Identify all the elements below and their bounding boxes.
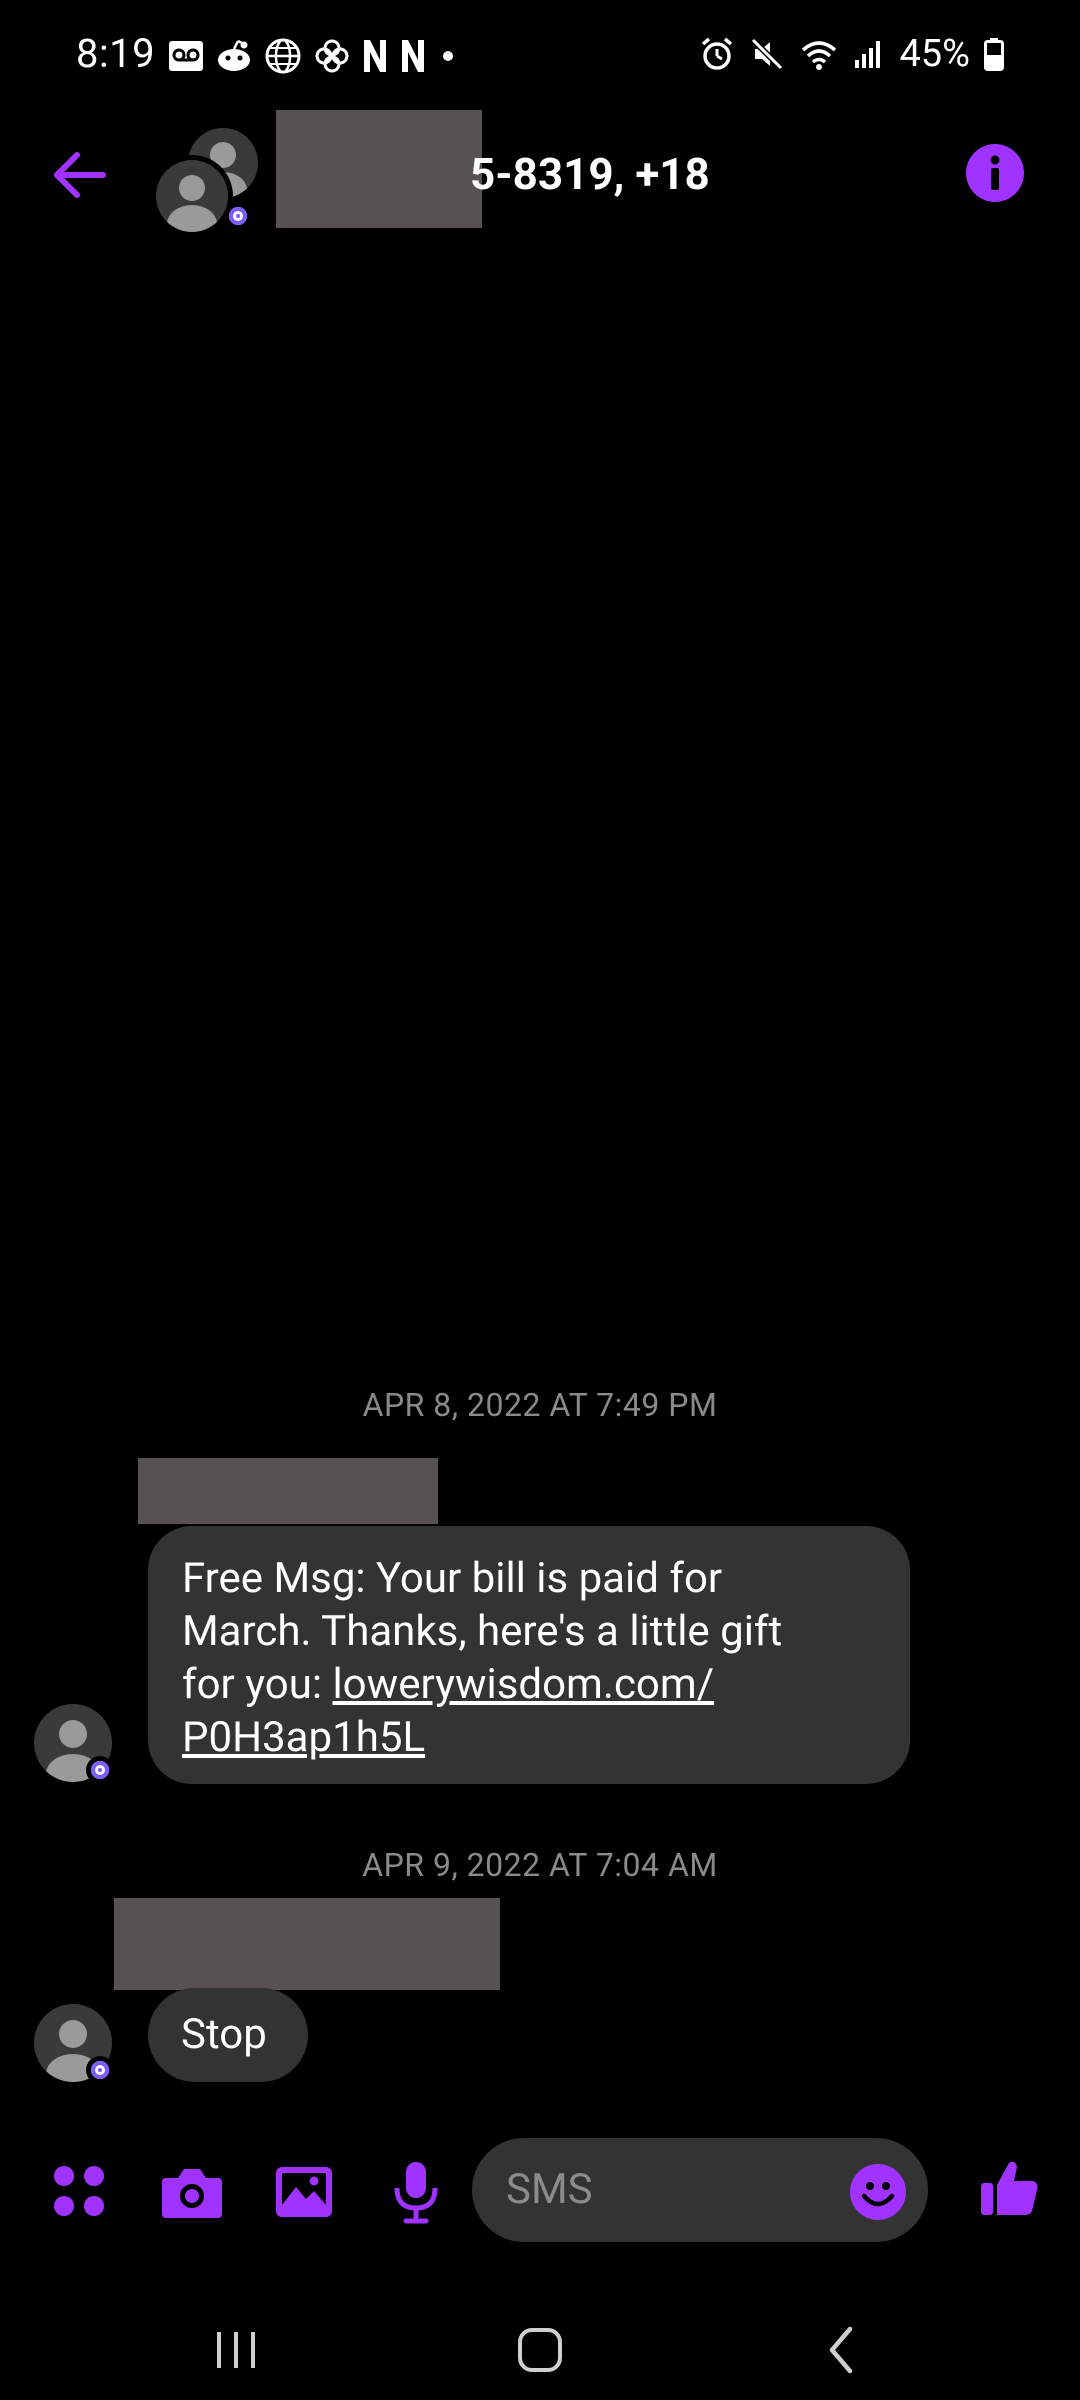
home-icon [518,2328,562,2372]
gallery-icon [276,2167,332,2217]
gallery-button[interactable] [266,2154,342,2230]
info-icon [990,155,1000,190]
status-bar: 8:19 45% [0,0,1080,110]
alarm-icon [702,37,733,70]
netflix-icon [402,40,424,72]
microphone-icon [394,2162,438,2224]
messenger-badge-icon [86,1756,114,1784]
dot-icon [443,51,453,61]
microphone-button[interactable] [378,2154,454,2230]
system-nav-bar [0,2290,1080,2400]
thumbs-up-icon [981,2161,1038,2215]
pinwheel-icon [315,39,349,73]
conversation-title[interactable]: 5-8319, +18 [470,144,710,204]
message-timestamp: APR 9, 2022 AT 7:04 AM [362,1846,718,1884]
redacted-sender-name [138,1458,438,1524]
messenger-badge-icon [86,2056,114,2084]
group-avatar[interactable] [152,118,262,238]
back-icon [829,2326,853,2374]
message-link[interactable]: lowerywisdom.com/ [332,1660,714,1709]
message-input[interactable]: SMS [472,2138,928,2242]
emoji-button[interactable] [850,2164,906,2220]
back-button[interactable] [44,140,114,210]
info-button[interactable] [966,144,1024,202]
messenger-badge-icon [224,202,252,230]
reddit-icon [218,39,250,71]
recent-apps-button[interactable] [196,2310,276,2390]
message-input-placeholder: SMS [506,2165,593,2214]
message-link[interactable]: P0H3ap1h5L [182,1713,425,1762]
person-icon [167,175,217,232]
wifi-icon [802,41,837,70]
message-line: for you: [182,1660,333,1709]
status-time: 8:19 [76,30,156,77]
message-text: Stop [181,2010,267,2059]
emoji-icon [861,2182,895,2207]
recent-apps-icon [217,2332,255,2368]
netflix-icon [364,40,386,72]
voicemail-icon [169,41,203,71]
mute-icon [751,37,784,71]
sender-avatar[interactable] [34,2004,114,2084]
sender-avatar[interactable] [34,1704,114,1784]
apps-icon [54,2166,104,2216]
like-button[interactable] [970,2148,1050,2228]
camera-button[interactable] [154,2154,230,2230]
message-line: Free Msg: Your bill is paid for [182,1554,723,1603]
message-bubble[interactable]: Free Msg: Your bill is paid for March. T… [148,1526,910,1784]
redacted-sender-name [114,1898,500,1990]
system-back-button[interactable] [802,2310,882,2390]
status-right-icons: 45% [699,30,1004,78]
battery-icon [984,38,1004,71]
apps-button[interactable] [44,2156,114,2226]
home-button[interactable] [500,2310,580,2390]
message-text: Free Msg: Your bill is paid for March. T… [182,1552,876,1764]
battery-percent: 45% [899,32,970,76]
avatar [156,160,228,232]
message-bubble[interactable]: Stop [148,1988,308,2082]
arrow-left-icon [54,152,106,198]
composer-bar: SMS [0,2130,1080,2260]
message-line: March. Thanks, here's a little gift [182,1607,783,1656]
signal-icon [855,41,881,68]
conversation-header: 5-8319, +18 [0,110,1080,240]
status-left-icons [168,34,458,78]
camera-icon [162,2169,222,2218]
redacted-name [276,110,482,228]
globe-icon [265,38,301,74]
message-timestamp: APR 8, 2022 AT 7:49 PM [362,1386,718,1424]
